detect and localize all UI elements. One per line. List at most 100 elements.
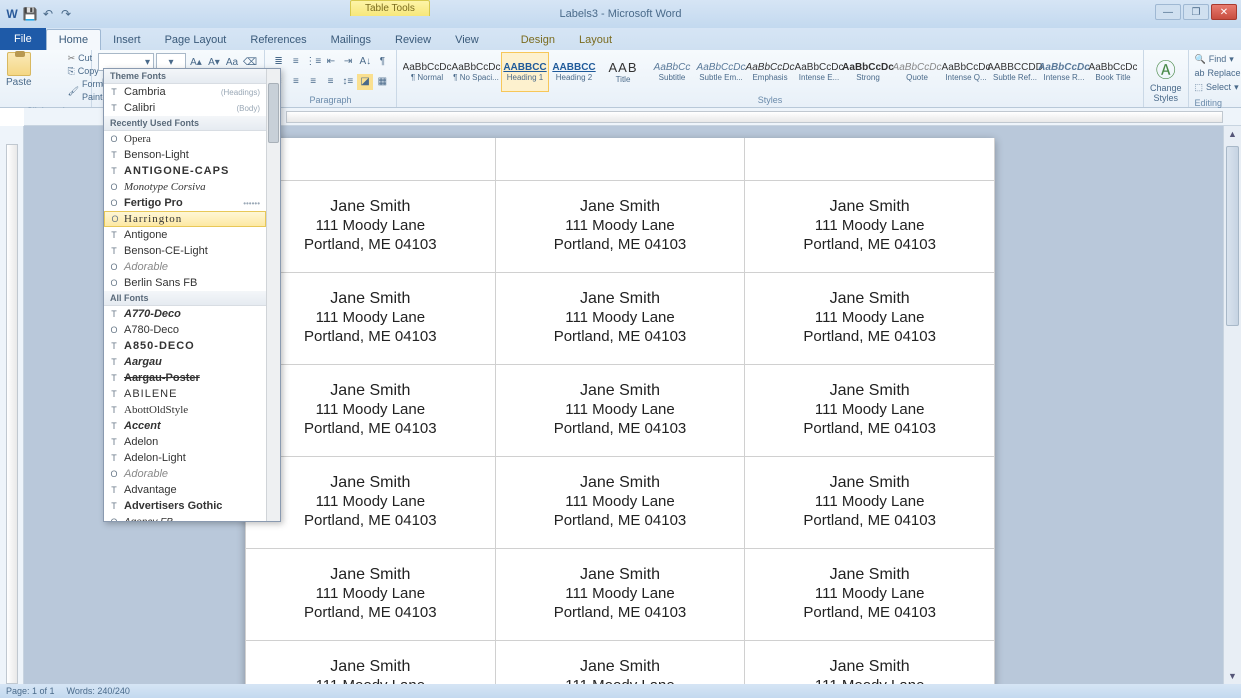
shading-button[interactable]: ◪ — [357, 74, 372, 90]
restore-button[interactable]: ❐ — [1183, 4, 1209, 20]
font-option[interactable]: TA850-DECO — [104, 338, 266, 354]
style-item[interactable]: AABBCCHeading 2 — [550, 52, 598, 92]
paste-button[interactable]: Paste — [6, 52, 32, 104]
page-status[interactable]: Page: 1 of 1 — [6, 686, 55, 696]
change-styles-button[interactable]: Ⓐ Change Styles — [1144, 50, 1189, 107]
select-button[interactable]: ⬚Select ▾ — [1195, 80, 1240, 94]
numbering-button[interactable]: ≡ — [288, 53, 303, 69]
style-item[interactable]: AaBbCcDcSubtle Em... — [697, 52, 745, 92]
font-option[interactable]: OMonotype Corsiva — [104, 179, 266, 195]
file-tab[interactable]: File — [0, 28, 46, 50]
label-cell[interactable]: Jane Smith111 Moody LanePortland, ME 041… — [246, 272, 496, 364]
sort-button[interactable]: A↓ — [358, 53, 373, 69]
label-cell[interactable]: Jane Smith111 Moody LanePortland, ME 041… — [246, 180, 496, 272]
label-cell[interactable]: Jane Smith111 Moody LanePortland, ME 041… — [495, 180, 745, 272]
layout-tab[interactable]: Layout — [567, 30, 624, 50]
references-tab[interactable]: References — [238, 30, 318, 50]
label-cell[interactable]: Jane Smith111 Moody LanePortland, ME 041… — [495, 640, 745, 684]
font-option[interactable]: TAdelon — [104, 434, 266, 450]
find-button[interactable]: 🔍Find ▾ — [1195, 52, 1240, 66]
style-item[interactable]: AaBbCcDcIntense R... — [1040, 52, 1088, 92]
style-item[interactable]: AaBbCcDcBook Title — [1089, 52, 1137, 92]
label-cell[interactable]: Jane Smith111 Moody LanePortland, ME 041… — [745, 272, 995, 364]
replace-button[interactable]: abReplace — [1195, 66, 1240, 80]
font-option[interactable]: TAdvertisers Gothic — [104, 498, 266, 514]
scroll-down-icon[interactable]: ▼ — [1224, 668, 1241, 684]
save-icon[interactable]: 💾 — [22, 6, 38, 22]
font-option[interactable]: TAargau — [104, 354, 266, 370]
style-item[interactable]: AaBbCcDcStrong — [844, 52, 892, 92]
font-dropdown-scrollbar[interactable] — [266, 69, 280, 521]
font-option[interactable]: OA780-Deco — [104, 322, 266, 338]
font-option[interactable]: TA770-Deco — [104, 306, 266, 322]
font-option[interactable]: OHarrington — [104, 211, 266, 227]
label-cell[interactable]: Jane Smith111 Moody LanePortland, ME 041… — [495, 456, 745, 548]
font-option[interactable]: TAbottOldStyle — [104, 402, 266, 418]
font-option[interactable]: OAgency FB — [104, 514, 266, 521]
style-item[interactable]: AABTitle — [599, 52, 647, 92]
scroll-up-icon[interactable]: ▲ — [1224, 126, 1241, 142]
style-item[interactable]: AABBCCDDSubtle Ref... — [991, 52, 1039, 92]
style-item[interactable]: AaBbCcDcQuote — [893, 52, 941, 92]
vertical-scrollbar[interactable]: ▲ ▼ — [1223, 126, 1241, 684]
view-tab[interactable]: View — [443, 30, 491, 50]
label-cell[interactable] — [495, 138, 745, 180]
style-item[interactable]: AaBbCcDcEmphasis — [746, 52, 794, 92]
label-cell[interactable] — [246, 138, 496, 180]
label-cell[interactable]: Jane Smith111 Moody LanePortland, ME 041… — [246, 640, 496, 684]
design-tab[interactable]: Design — [509, 30, 567, 50]
page-layout-tab[interactable]: Page Layout — [153, 30, 239, 50]
font-option[interactable]: TAntigone — [104, 227, 266, 243]
bullets-button[interactable]: ≣ — [271, 53, 286, 69]
redo-icon[interactable]: ↷ — [58, 6, 74, 22]
font-option[interactable]: TAccent — [104, 418, 266, 434]
multilevel-button[interactable]: ⋮≡ — [305, 53, 321, 69]
font-option[interactable]: OBerlin Sans FB — [104, 275, 266, 291]
decrease-indent-button[interactable]: ⇤ — [323, 53, 338, 69]
mailings-tab[interactable]: Mailings — [319, 30, 383, 50]
label-cell[interactable]: Jane Smith111 Moody LanePortland, ME 041… — [745, 548, 995, 640]
font-option[interactable]: TAdelon-Light — [104, 450, 266, 466]
label-cell[interactable]: Jane Smith111 Moody LanePortland, ME 041… — [745, 180, 995, 272]
label-cell[interactable]: Jane Smith111 Moody LanePortland, ME 041… — [246, 548, 496, 640]
font-option[interactable]: TAargau-Poster — [104, 370, 266, 386]
review-tab[interactable]: Review — [383, 30, 443, 50]
font-option[interactable]: OOpera — [104, 131, 266, 147]
font-option[interactable]: TAdvantage — [104, 482, 266, 498]
label-cell[interactable]: Jane Smith111 Moody LanePortland, ME 041… — [745, 456, 995, 548]
font-option[interactable]: OAdorable — [104, 259, 266, 275]
font-option[interactable]: TBenson-Light — [104, 147, 266, 163]
label-cell[interactable]: Jane Smith111 Moody LanePortland, ME 041… — [495, 364, 745, 456]
vertical-ruler[interactable] — [0, 126, 24, 684]
font-option[interactable]: OAdorable — [104, 466, 266, 482]
home-tab[interactable]: Home — [46, 29, 101, 50]
increase-indent-button[interactable]: ⇥ — [341, 53, 356, 69]
scroll-thumb[interactable] — [1226, 146, 1239, 326]
label-cell[interactable]: Jane Smith111 Moody LanePortland, ME 041… — [745, 364, 995, 456]
font-option[interactable]: TABILENE — [104, 386, 266, 402]
style-item[interactable]: AaBbCcDc¶ Normal — [403, 52, 451, 92]
style-item[interactable]: AaBbCcSubtitle — [648, 52, 696, 92]
font-option[interactable]: TCalibri(Body) — [104, 100, 266, 116]
close-button[interactable]: ✕ — [1211, 4, 1237, 20]
insert-tab[interactable]: Insert — [101, 30, 153, 50]
font-option[interactable]: OFertigo Pro•••••• — [104, 195, 266, 211]
label-cell[interactable]: Jane Smith111 Moody LanePortland, ME 041… — [246, 456, 496, 548]
borders-button[interactable]: ▦ — [375, 74, 390, 90]
undo-icon[interactable]: ↶ — [40, 6, 56, 22]
line-spacing-button[interactable]: ↕≡ — [340, 74, 355, 90]
show-marks-button[interactable]: ¶ — [375, 53, 390, 69]
justify-button[interactable]: ≡ — [323, 74, 338, 90]
align-center-button[interactable]: ≡ — [288, 74, 303, 90]
style-item[interactable]: AaBbCcDcIntense E... — [795, 52, 843, 92]
label-cell[interactable]: Jane Smith111 Moody LanePortland, ME 041… — [246, 364, 496, 456]
label-cell[interactable] — [745, 138, 995, 180]
word-count[interactable]: Words: 240/240 — [67, 686, 130, 696]
font-option[interactable]: TCambria(Headings) — [104, 84, 266, 100]
align-right-button[interactable]: ≡ — [306, 74, 321, 90]
font-option[interactable]: TANTIGONE-CAPS — [104, 163, 266, 179]
document-page[interactable]: Jane Smith111 Moody LanePortland, ME 041… — [245, 138, 995, 684]
label-cell[interactable]: Jane Smith111 Moody LanePortland, ME 041… — [495, 548, 745, 640]
style-item[interactable]: AaBbCcDc¶ No Spaci... — [452, 52, 500, 92]
style-item[interactable]: AaBbCcDcIntense Q... — [942, 52, 990, 92]
